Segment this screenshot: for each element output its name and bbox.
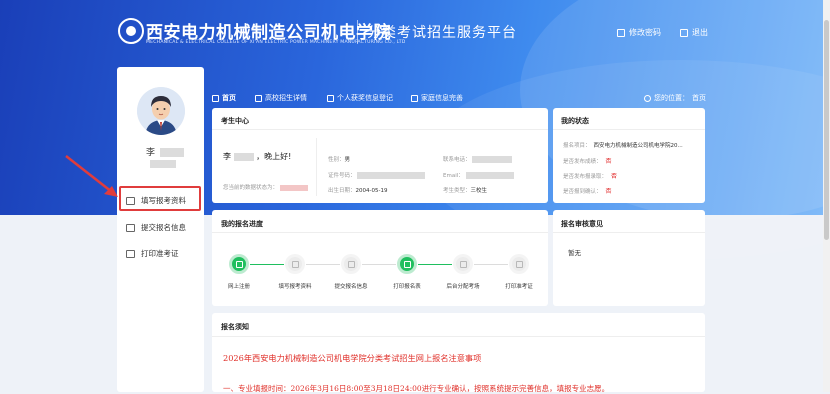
data-status: 您当前的数据状态为：: [223, 183, 308, 191]
redacted-info: [150, 160, 176, 168]
platform-title: 分类考试招生服务平台: [367, 25, 517, 41]
step-label: 填写报考资料: [278, 284, 312, 290]
notice-heading: 2026年西安电力机械制造公司机电学院分类考试招生网上报名注意事项: [223, 353, 482, 363]
person-icon: [644, 94, 651, 102]
step-label: 网上注册: [227, 284, 250, 290]
sidebar-item-print-admission[interactable]: 打印准考证: [126, 248, 179, 259]
document-icon: [347, 260, 355, 268]
status-row-score: 是否发布成绩：否: [563, 158, 612, 165]
nav-item-home[interactable]: 首页: [212, 93, 236, 103]
school-logo-icon: [118, 18, 144, 44]
progress-connector: [306, 264, 340, 265]
nav-item-family[interactable]: 家庭信息完善: [411, 93, 463, 103]
divider: [212, 336, 705, 337]
nav-item-awards[interactable]: 个人获奖信息登记: [327, 93, 393, 103]
user-name: 李: [146, 145, 184, 158]
id-row: 证件号码：: [328, 171, 426, 179]
user-icon: [235, 260, 243, 268]
gender-row: 性别：男: [328, 157, 351, 163]
email-row: Email：: [443, 171, 514, 179]
nav-item-enrollment[interactable]: 高校招生详情: [255, 93, 307, 103]
step-label: 打印准考证: [505, 284, 533, 290]
step-print-admission: [509, 254, 529, 274]
divider: [316, 138, 317, 196]
avatar-icon: [137, 87, 185, 135]
progress-title: 我的报名进度: [221, 220, 263, 228]
family-icon: [411, 94, 418, 102]
progress-connector: [250, 264, 284, 265]
progress-connector: [474, 264, 508, 265]
change-password-link[interactable]: 修改密码: [617, 27, 661, 38]
greeting: 李 ，晚上好!: [223, 152, 292, 161]
page-scrollbar[interactable]: [823, 0, 830, 392]
step-submit-info: [341, 254, 361, 274]
status-row-project: 报名项目： 西安电力机械制造公司机电学院20...: [563, 143, 683, 149]
header-divider: [357, 20, 358, 44]
logout-link[interactable]: 退出: [680, 27, 708, 38]
breadcrumb: 您的位置： 首页: [644, 93, 706, 103]
id-card-icon: [126, 196, 135, 205]
status-row-admission: 是否发布报录取：否: [563, 173, 618, 180]
printer-icon: [126, 249, 135, 258]
status-row-checkin: 是否报到确认：否: [563, 188, 612, 195]
step-register: [229, 254, 249, 274]
notice-title: 报名须知: [221, 323, 249, 331]
step-label: 提交报名信息: [334, 284, 368, 290]
birth-row: 出生日期：2004-05-19: [328, 188, 388, 194]
edit-icon: [617, 28, 625, 37]
divider: [553, 232, 705, 233]
sidebar-item-submit-info[interactable]: 提交报名信息: [126, 222, 186, 233]
divider: [212, 129, 548, 130]
review-value: 暂无: [568, 249, 581, 257]
step-label: 后台分配考场: [446, 284, 480, 290]
id-card-icon: [291, 260, 299, 268]
candidate-center-title: 考生中心: [221, 117, 249, 125]
person-icon: [327, 94, 334, 102]
logout-icon: [680, 28, 688, 37]
gear-icon: [459, 260, 467, 268]
home-icon: [212, 94, 219, 102]
printer-icon: [515, 260, 523, 268]
my-status-title: 我的状态: [561, 117, 589, 125]
annotation-arrow: [65, 155, 118, 197]
step-label: 打印报名表: [393, 284, 421, 290]
progress-connector: [362, 264, 396, 265]
step-fill-info: [285, 254, 305, 274]
redacted-name: [159, 148, 184, 157]
avatar: [137, 87, 185, 135]
sidebar-item-fill-info[interactable]: 填写报考资料: [126, 195, 186, 206]
printer-icon: [403, 260, 411, 268]
step-print-form: [397, 254, 417, 274]
phone-row: 联系电话：: [443, 155, 513, 163]
review-title: 报名审核意见: [561, 220, 603, 228]
divider: [212, 232, 548, 233]
document-icon: [126, 223, 135, 232]
scrollbar-thumb[interactable]: [824, 20, 829, 240]
notice-line: 一、专业填报时间：2026年3月16日8:00至3月18日24:00进行专业确认…: [223, 384, 610, 393]
step-assign-room: [453, 254, 473, 274]
progress-connector: [418, 264, 452, 265]
divider: [553, 129, 705, 130]
type-row: 考生类型：三校生: [443, 188, 488, 194]
book-icon: [255, 94, 262, 102]
